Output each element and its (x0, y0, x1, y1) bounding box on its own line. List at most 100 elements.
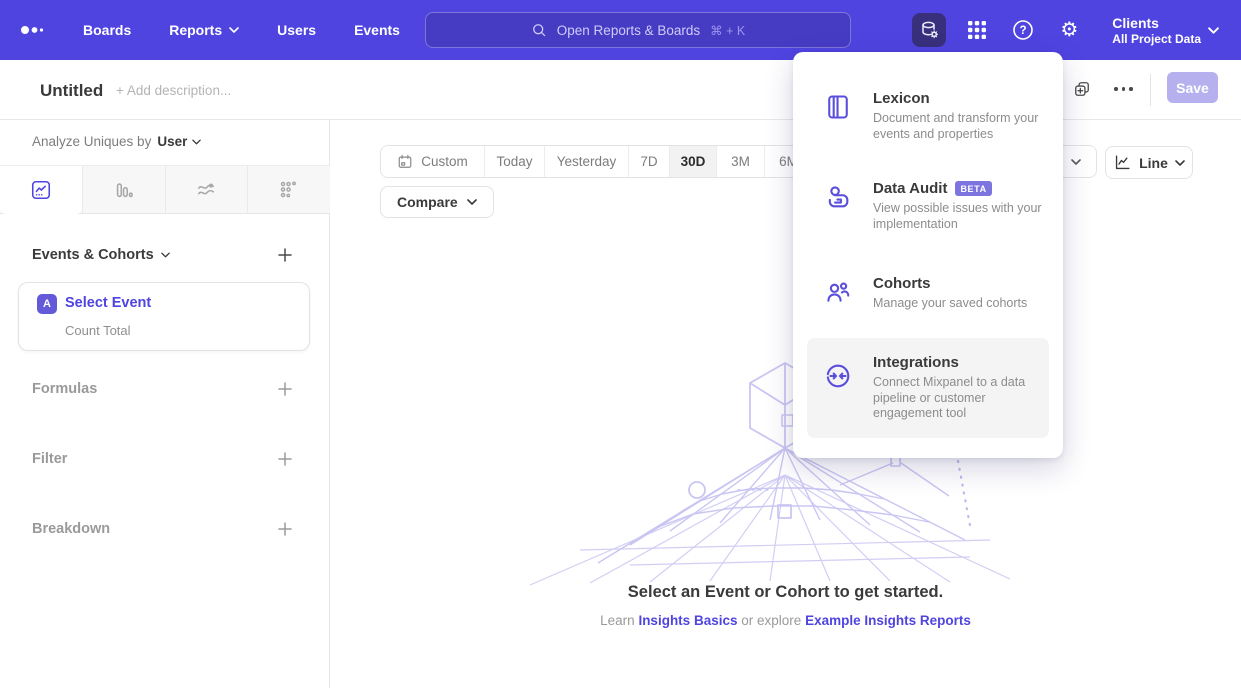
formulas-section: Formulas (32, 381, 293, 397)
data-audit-description: View possible issues with your implement… (873, 201, 1049, 232)
query-sidebar: Analyze Uniques by User (0, 120, 330, 688)
example-reports-link[interactable]: Example Insights Reports (805, 613, 971, 628)
chevron-down-icon (1071, 159, 1081, 165)
date-range-yesterday[interactable]: Yesterday (544, 146, 628, 177)
date-range-yesterday-label: Yesterday (557, 154, 617, 169)
org-name: Clients (1112, 15, 1201, 31)
date-range-30d-label: 30D (681, 154, 706, 169)
more-options-button[interactable] (1114, 87, 1133, 91)
data-management-button[interactable] (912, 13, 946, 47)
date-range-today-label: Today (496, 154, 532, 169)
save-button[interactable]: Save (1167, 72, 1218, 103)
event-letter-badge: A (37, 294, 57, 314)
date-range-3m[interactable]: 3M (716, 146, 764, 177)
mixpanel-logo[interactable] (20, 18, 54, 42)
lexicon-title: Lexicon (873, 90, 930, 107)
line-chart-icon (1113, 153, 1132, 172)
gear-icon: ⚙ (1060, 20, 1078, 40)
date-range-custom-label: Custom (421, 154, 468, 169)
duplicate-report-button[interactable] (1072, 79, 1092, 99)
count-total-label[interactable]: Count Total (65, 323, 131, 338)
nav-events[interactable]: Events (354, 22, 400, 38)
menu-item-data-audit[interactable]: Data Audit BETA View possible issues wit… (807, 170, 1049, 242)
data-audit-icon (824, 183, 852, 211)
analyze-value-dropdown[interactable]: User (157, 134, 201, 149)
apps-grid-button[interactable] (960, 13, 994, 47)
analyze-prefix-label: Analyze Uniques by (32, 134, 151, 149)
formulas-label: Formulas (32, 381, 97, 397)
breakdown-section: Breakdown (32, 521, 293, 537)
compare-label: Compare (397, 194, 458, 210)
integrations-sync-icon (824, 362, 852, 390)
database-gear-icon (918, 19, 940, 41)
tab-metric[interactable] (247, 166, 330, 213)
add-formula-button[interactable] (277, 381, 293, 397)
learn-prefix: Learn (600, 613, 635, 628)
lexicon-book-icon (824, 93, 852, 121)
menu-item-lexicon[interactable]: Lexicon Document and transform your even… (807, 80, 1049, 152)
date-range-30d[interactable]: 30D (669, 146, 716, 177)
plus-icon (277, 381, 293, 397)
add-event-button[interactable] (277, 247, 293, 263)
chevron-down-icon (467, 199, 477, 205)
mixpanel-logo-icon (20, 22, 50, 38)
cohorts-description: Manage your saved cohorts (873, 296, 1027, 312)
cohorts-title: Cohorts (873, 275, 931, 292)
chevron-down-icon (1175, 160, 1185, 166)
nav-boards-label: Boards (83, 22, 131, 38)
data-management-menu: Lexicon Document and transform your even… (793, 52, 1063, 458)
add-breakdown-button[interactable] (277, 521, 293, 537)
metric-dots-icon (278, 179, 300, 201)
menu-item-integrations[interactable]: Integrations Connect Mixpanel to a data … (807, 338, 1049, 438)
nav-users[interactable]: Users (277, 22, 316, 38)
chevron-down-icon (192, 139, 201, 145)
insights-basics-link[interactable]: Insights Basics (638, 613, 737, 628)
search-placeholder: Open Reports & Boards (557, 23, 700, 38)
copy-plus-icon (1072, 79, 1092, 99)
date-range-today[interactable]: Today (484, 146, 544, 177)
project-name: All Project Data (1112, 32, 1201, 46)
events-cohorts-dropdown[interactable]: Events & Cohorts (32, 247, 170, 263)
tab-flow-chart[interactable] (165, 166, 248, 213)
nav-reports[interactable]: Reports (169, 22, 239, 38)
events-cohorts-header: Events & Cohorts (32, 247, 293, 263)
compare-button[interactable]: Compare (380, 186, 494, 218)
add-filter-button[interactable] (277, 451, 293, 467)
bar-chart-icon (113, 179, 135, 201)
chevron-down-icon (161, 252, 170, 258)
date-range-7d-label: 7D (640, 154, 657, 169)
empty-state-links: Learn Insights Basics or explore Example… (330, 613, 1241, 628)
date-range-custom[interactable]: Custom (381, 146, 484, 177)
plus-icon (277, 521, 293, 537)
cohorts-people-icon (824, 278, 852, 306)
calendar-icon (397, 153, 413, 170)
top-navbar: Boards Reports Users Events Open Reports… (0, 0, 1241, 60)
header-divider (1150, 74, 1151, 106)
chart-type-label: Line (1139, 155, 1168, 171)
report-title[interactable]: Untitled (40, 81, 103, 101)
event-card[interactable]: A Select Event Count Total (18, 282, 310, 351)
help-button[interactable]: ? (1006, 13, 1040, 47)
analyze-row: Analyze Uniques by User (32, 134, 201, 149)
insights-chart-icon (30, 179, 52, 201)
plus-icon (277, 247, 293, 263)
add-description-field[interactable]: + Add description... (116, 83, 231, 98)
search-shortcut: ⌘ + K (710, 23, 745, 38)
date-range-7d[interactable]: 7D (628, 146, 669, 177)
nav-reports-label: Reports (169, 22, 222, 38)
navbar-right: ? ⚙ Clients All Project Data (912, 0, 1241, 60)
tab-bar-chart[interactable] (82, 166, 165, 213)
chart-type-tabs (0, 165, 330, 214)
project-switcher[interactable]: Clients All Project Data (1112, 15, 1201, 46)
search-icon (531, 22, 547, 38)
global-search-input[interactable]: Open Reports & Boards ⌘ + K (425, 12, 851, 48)
settings-button[interactable]: ⚙ (1052, 13, 1086, 47)
lexicon-description: Document and transform your events and p… (873, 111, 1049, 142)
tab-insights-line[interactable] (0, 166, 82, 214)
filter-section: Filter (32, 451, 293, 467)
grid-icon (965, 18, 989, 42)
menu-item-cohorts[interactable]: Cohorts Manage your saved cohorts (807, 265, 1049, 322)
nav-boards[interactable]: Boards (83, 22, 131, 38)
chart-type-dropdown[interactable]: Line (1105, 146, 1193, 179)
chevron-down-icon (1208, 27, 1219, 34)
